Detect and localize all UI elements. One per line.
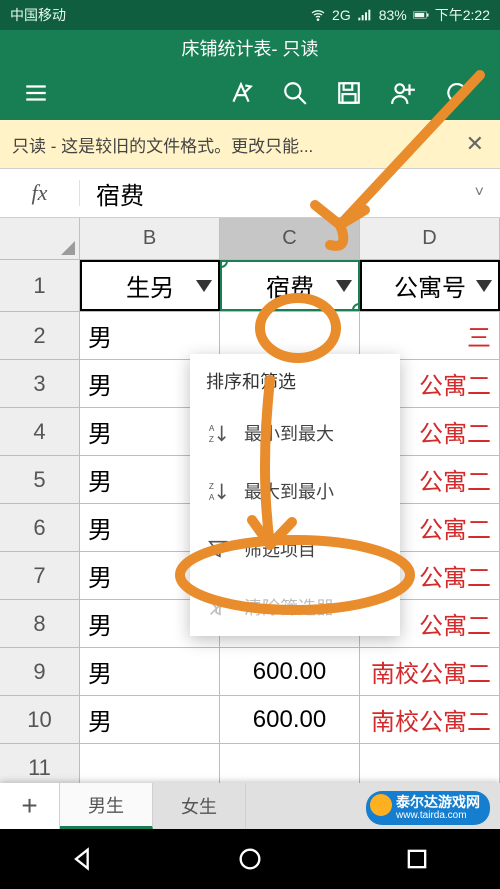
watermark-logo: 泰尔达游戏网 www.tairda.com	[366, 791, 490, 825]
cell[interactable]	[220, 312, 360, 359]
formula-bar[interactable]: fx 宿费 ˅	[0, 168, 500, 218]
funnel-icon	[206, 537, 230, 561]
cell[interactable]: 600.00	[220, 696, 360, 743]
row-header[interactable]: 10	[0, 696, 80, 743]
header-cell-dorm[interactable]: 公寓号	[360, 260, 500, 311]
signal-icon	[357, 7, 373, 23]
row-header[interactable]: 7	[0, 552, 80, 599]
row-header[interactable]: 9	[0, 648, 80, 695]
add-sheet-button[interactable]: +	[0, 783, 60, 829]
readonly-warning[interactable]: 只读 - 这是较旧的文件格式。更改只能... ✕	[0, 120, 500, 168]
cell[interactable]: 男	[80, 648, 220, 695]
svg-text:A: A	[209, 493, 215, 502]
sort-asc-icon: AZ	[206, 421, 230, 445]
fx-label: fx	[0, 180, 80, 206]
search-button[interactable]	[268, 80, 322, 106]
cell[interactable]: 600.00	[220, 648, 360, 695]
header-cell-sex[interactable]: 生另	[80, 260, 220, 311]
menu-item-clear-filter: 清除筛选器	[190, 578, 400, 636]
cell[interactable]: 南校公寓二	[360, 696, 500, 743]
svg-text:Z: Z	[209, 482, 214, 491]
filter-dropdown-icon[interactable]	[336, 280, 352, 292]
table-row: 9男600.00南校公寓二	[0, 648, 500, 696]
sheet-tab[interactable]: 男生	[60, 783, 153, 829]
warning-text: 只读 - 这是较旧的文件格式。更改只能...	[12, 132, 313, 157]
formula-expand-icon[interactable]: ˅	[459, 184, 500, 202]
wifi-icon	[310, 7, 326, 23]
chevron-right-icon: ›	[378, 539, 384, 560]
cell[interactable]: 男	[80, 696, 220, 743]
app-bar: 床铺统计表 - 只读	[0, 30, 500, 120]
svg-text:Z: Z	[209, 435, 214, 444]
filter-header-row: 1 生另 宿费 公寓号	[0, 260, 500, 312]
row-header[interactable]: 4	[0, 408, 80, 455]
table-row: 2男 三	[0, 312, 500, 360]
menu-item-filter[interactable]: 筛选项目 ›	[190, 520, 400, 578]
clock-label: 下午2:22	[435, 5, 490, 25]
funnel-clear-icon	[206, 595, 230, 619]
warning-close-icon[interactable]: ✕	[462, 131, 488, 157]
selection-handle-icon[interactable]	[220, 260, 228, 268]
text-style-button[interactable]	[214, 80, 268, 106]
menu-item-label: 最大到最小	[244, 478, 334, 504]
formula-value[interactable]: 宿费	[80, 176, 144, 211]
sort-filter-menu: 排序和筛选 AZ 最小到最大 ZA 最大到最小 筛选项目 › 清除筛选器	[190, 354, 400, 636]
share-button[interactable]	[376, 80, 430, 106]
row-header[interactable]: 1	[0, 260, 80, 311]
cell[interactable]: 南校公寓二	[360, 648, 500, 695]
network-label: 2G	[332, 7, 351, 23]
table-row: 10男600.00南校公寓二	[0, 696, 500, 744]
svg-text:A: A	[209, 424, 215, 433]
cell[interactable]: 三	[360, 312, 500, 359]
selection-handle-icon[interactable]	[352, 303, 360, 311]
row-header[interactable]: 8	[0, 600, 80, 647]
row-header[interactable]: 6	[0, 504, 80, 551]
recent-icon[interactable]	[403, 845, 431, 873]
row-header[interactable]: 3	[0, 360, 80, 407]
doc-title-suffix: - 只读	[272, 35, 319, 61]
menu-item-sort-asc[interactable]: AZ 最小到最大	[190, 404, 400, 462]
column-headers: B C D	[0, 218, 500, 260]
android-nav-bar	[0, 829, 500, 889]
menu-item-label: 清除筛选器	[244, 594, 334, 620]
menu-item-sort-desc[interactable]: ZA 最大到最小	[190, 462, 400, 520]
sort-desc-icon: ZA	[206, 479, 230, 503]
col-header-c[interactable]: C	[220, 218, 360, 259]
row-header[interactable]: 5	[0, 456, 80, 503]
status-bar: 中国移动 2G 83% 下午2:22	[0, 0, 500, 30]
doc-title: 床铺统计表	[182, 35, 272, 61]
save-button[interactable]	[322, 80, 376, 106]
filter-dropdown-icon[interactable]	[196, 280, 212, 292]
carrier-label: 中国移动	[10, 5, 310, 25]
header-cell-label: 宿费	[266, 268, 314, 303]
header-cell-fee[interactable]: 宿费	[220, 260, 360, 311]
cell[interactable]: 男	[80, 312, 220, 359]
battery-label: 83%	[379, 7, 407, 23]
battery-icon	[413, 7, 429, 23]
col-header-d[interactable]: D	[360, 218, 500, 259]
col-header-b[interactable]: B	[80, 218, 220, 259]
filter-dropdown-icon[interactable]	[476, 280, 492, 292]
sheet-tab[interactable]: 女生	[153, 783, 246, 829]
menu-item-label: 最小到最大	[244, 420, 334, 446]
row-header[interactable]: 2	[0, 312, 80, 359]
menu-item-label: 筛选项目	[244, 536, 316, 562]
home-icon[interactable]	[236, 845, 264, 873]
header-cell-label: 生另	[126, 268, 174, 303]
back-icon[interactable]	[69, 845, 97, 873]
menu-button[interactable]	[16, 80, 56, 106]
undo-button[interactable]	[430, 80, 484, 106]
menu-title: 排序和筛选	[190, 354, 400, 404]
header-cell-label: 公寓号	[394, 268, 466, 303]
select-all-corner[interactable]	[0, 218, 80, 259]
